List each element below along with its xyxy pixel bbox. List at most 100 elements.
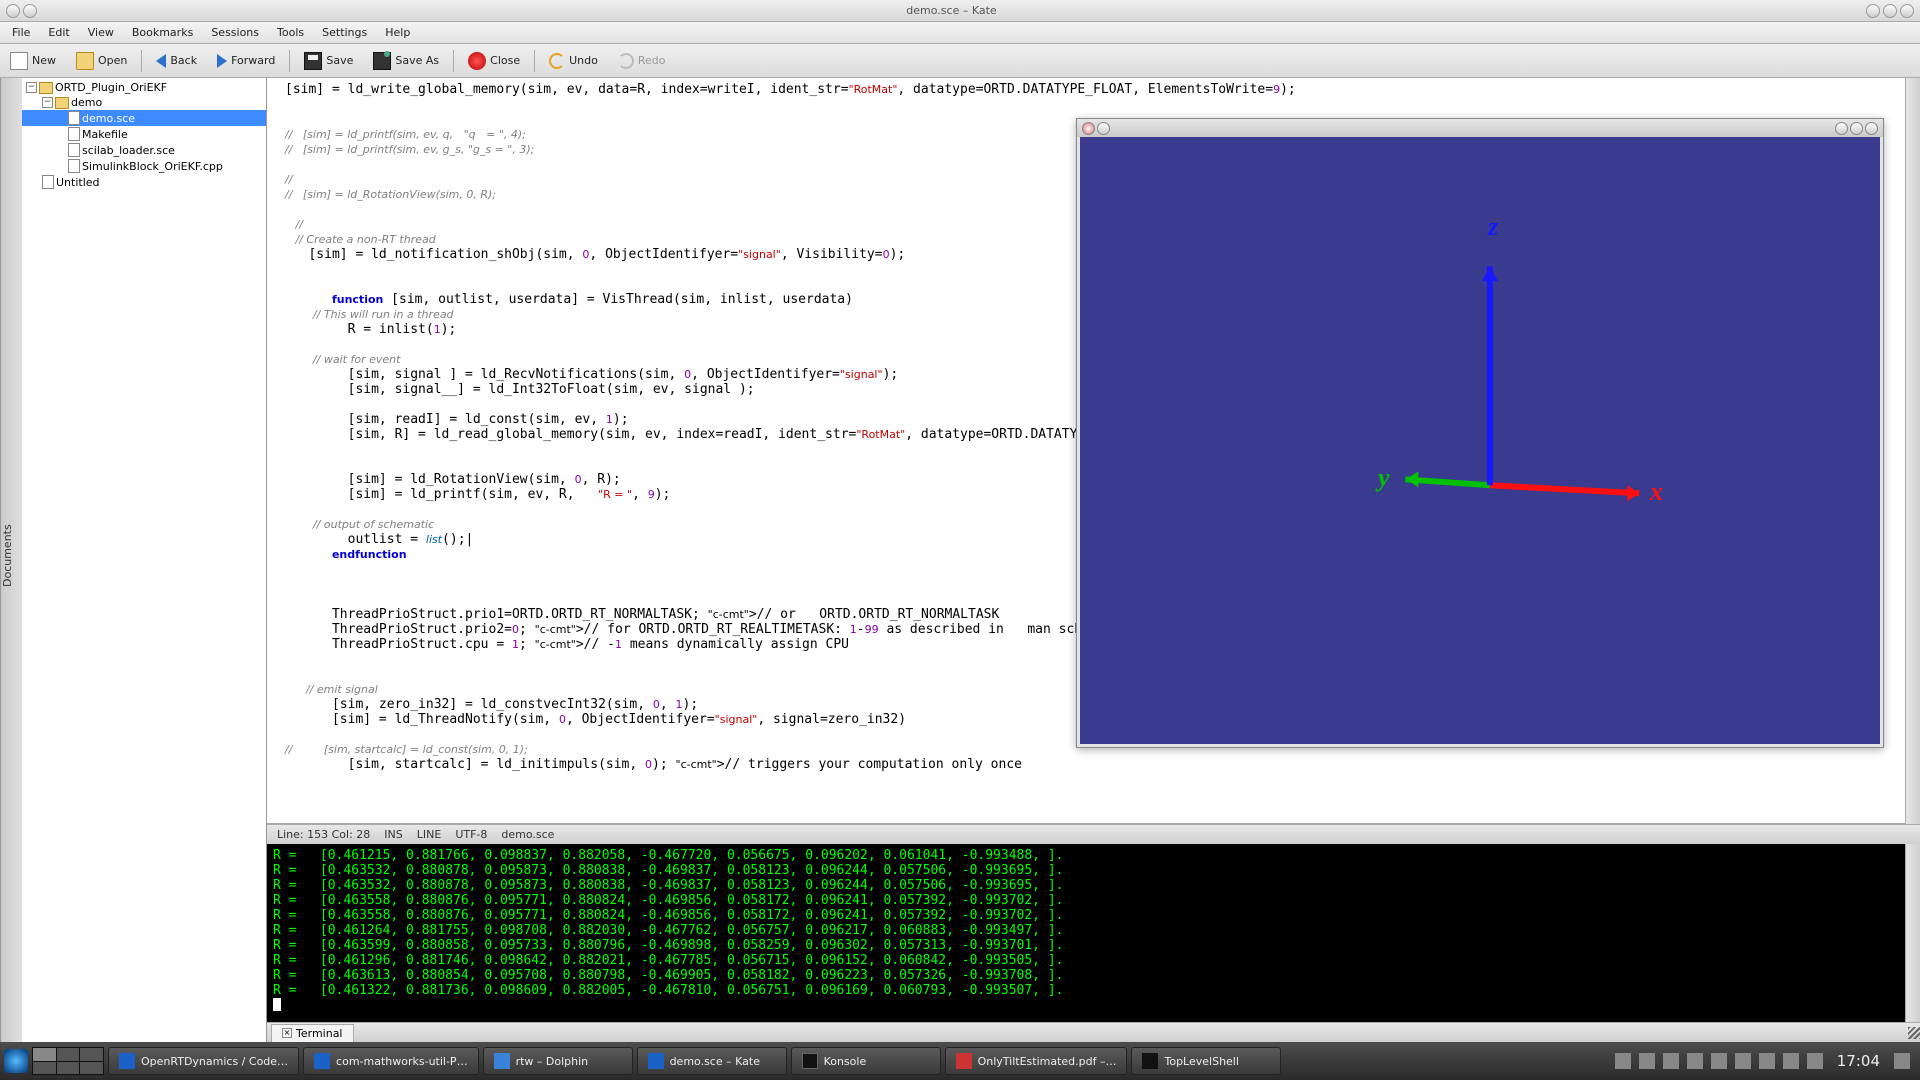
- window-close-icon[interactable]: [1900, 4, 1914, 18]
- menu-bookmarks[interactable]: Bookmarks: [124, 24, 201, 41]
- toolbar-separator: [141, 50, 142, 72]
- menubar: File Edit View Bookmarks Sessions Tools …: [0, 22, 1920, 44]
- tray-volume-icon[interactable]: [1759, 1053, 1775, 1069]
- new-button[interactable]: New: [4, 50, 62, 72]
- terminal-output[interactable]: R = [0.461215, 0.881766, 0.098837, 0.882…: [267, 844, 1905, 1022]
- close-button[interactable]: Close: [462, 50, 526, 72]
- menu-view[interactable]: View: [80, 24, 122, 41]
- tree-collapse-icon[interactable]: −: [42, 97, 53, 108]
- viewer-titlebar[interactable]: [1077, 119, 1883, 137]
- open-folder-icon: [76, 52, 94, 70]
- open-button[interactable]: Open: [70, 50, 133, 72]
- tray-display-icon[interactable]: [1639, 1053, 1655, 1069]
- menu-tools[interactable]: Tools: [269, 24, 312, 41]
- app-icon: [314, 1053, 330, 1069]
- konsole-icon: [802, 1053, 818, 1069]
- terminal-tab-close-icon[interactable]: ×: [282, 1028, 292, 1038]
- virtual-desktop-pager[interactable]: [32, 1047, 104, 1075]
- tree-folder-demo[interactable]: − demo: [22, 95, 266, 110]
- editor-scrollbar[interactable]: [1905, 78, 1920, 824]
- window-maximize-icon[interactable]: [1883, 4, 1897, 18]
- status-cursor-pos: Line: 153 Col: 28: [277, 828, 370, 841]
- file-icon: [68, 127, 80, 141]
- file-icon: [68, 143, 80, 157]
- taskbar-clock[interactable]: 17:04: [1831, 1052, 1886, 1070]
- viewer-close2-icon[interactable]: [1865, 122, 1878, 135]
- task-kate[interactable]: demo.sce – Kate: [637, 1047, 787, 1075]
- tray-settings-icon[interactable]: [1663, 1053, 1679, 1069]
- toolbar-separator: [453, 50, 454, 72]
- file-icon: [68, 111, 80, 125]
- axis-label-x: x: [1650, 477, 1663, 507]
- folder-icon: [39, 82, 53, 94]
- task-konsole[interactable]: Konsole: [791, 1047, 941, 1075]
- undo-icon: [549, 53, 565, 69]
- menu-sessions[interactable]: Sessions: [203, 24, 267, 41]
- folder-icon: [55, 97, 69, 109]
- bottom-tabbar: × Terminal: [267, 1022, 1920, 1042]
- menu-help[interactable]: Help: [377, 24, 418, 41]
- save-button[interactable]: Save: [298, 50, 359, 72]
- tree-file-simulink-block[interactable]: SimulinkBlock_OriEKF.cpp: [22, 158, 266, 174]
- tray-keyboard-icon[interactable]: [1615, 1053, 1631, 1069]
- tree-file-makefile[interactable]: Makefile: [22, 126, 266, 142]
- undo-button[interactable]: Undo: [543, 51, 604, 71]
- viewer-pin-icon[interactable]: [1097, 122, 1110, 135]
- axes-svg: [1080, 137, 1880, 744]
- rotation-viewer-window[interactable]: z y x: [1076, 118, 1884, 748]
- tray-bulb-icon[interactable]: [1711, 1053, 1727, 1069]
- viewer-canvas[interactable]: z y x: [1080, 137, 1880, 744]
- terminal-tab[interactable]: × Terminal: [271, 1024, 354, 1042]
- statusbar: Line: 153 Col: 28 INS LINE UTF-8 demo.sc…: [267, 824, 1920, 844]
- tree-root[interactable]: − ORTD_Plugin_OriEKF: [22, 80, 266, 95]
- window-titlebar: demo.sce – Kate: [0, 0, 1920, 22]
- tree-file-demo-sce[interactable]: demo.sce: [22, 110, 266, 126]
- toolbar-separator: [534, 50, 535, 72]
- window-minimize-icon[interactable]: [1866, 4, 1880, 18]
- axis-label-y: y: [1378, 463, 1390, 493]
- viewer-minimize-icon[interactable]: [1835, 122, 1848, 135]
- tray-updates-icon[interactable]: [1807, 1053, 1823, 1069]
- file-icon: [68, 159, 80, 173]
- toolbar-separator: [289, 50, 290, 72]
- tree-file-scilab-loader[interactable]: scilab_loader.sce: [22, 142, 266, 158]
- menu-file[interactable]: File: [4, 24, 38, 41]
- documents-tab[interactable]: Documents: [0, 78, 22, 1042]
- terminal-scrollbar[interactable]: [1905, 844, 1920, 1022]
- task-toplevelshell[interactable]: TopLevelShell: [1131, 1047, 1281, 1075]
- tray-clipboard-icon[interactable]: [1687, 1053, 1703, 1069]
- tree-collapse-icon[interactable]: −: [26, 82, 37, 93]
- axis-label-z: z: [1488, 212, 1498, 242]
- system-tray: 17:04: [1615, 1052, 1916, 1070]
- task-dolphin[interactable]: rtw – Dolphin: [483, 1047, 633, 1075]
- saveas-button[interactable]: Save As: [367, 50, 445, 72]
- task-openrtdynamics[interactable]: OpenRTDynamics / Code…: [108, 1047, 299, 1075]
- tray-cashew-icon[interactable]: [1894, 1053, 1910, 1069]
- resize-grip-icon[interactable]: [1908, 1027, 1920, 1039]
- status-insert-mode[interactable]: INS: [384, 828, 402, 841]
- forward-button[interactable]: Forward: [211, 52, 281, 70]
- pdf-icon: [956, 1053, 972, 1069]
- viewer-close-icon[interactable]: [1082, 122, 1095, 135]
- menu-edit[interactable]: Edit: [40, 24, 77, 41]
- back-button[interactable]: Back: [150, 52, 203, 70]
- save-icon: [304, 52, 322, 70]
- viewer-maximize-icon[interactable]: [1850, 122, 1863, 135]
- redo-button[interactable]: Redo: [612, 51, 672, 71]
- save-as-icon: [373, 52, 391, 70]
- tray-battery-icon[interactable]: [1783, 1053, 1799, 1069]
- tree-untitled[interactable]: Untitled: [22, 174, 266, 190]
- tray-network-icon[interactable]: [1735, 1053, 1751, 1069]
- status-encoding[interactable]: UTF-8: [455, 828, 487, 841]
- arrow-left-icon: [156, 54, 166, 68]
- task-pdf[interactable]: OnlyTiltEstimated.pdf –…: [945, 1047, 1128, 1075]
- menu-settings[interactable]: Settings: [314, 24, 375, 41]
- documents-sidebar: − ORTD_Plugin_OriEKF − demo demo.sce Mak…: [22, 78, 267, 1042]
- kde-menu-icon[interactable]: [4, 1049, 28, 1073]
- window-title: demo.sce – Kate: [43, 4, 1860, 17]
- window-menu-icon[interactable]: [6, 4, 20, 18]
- toolbar: New Open Back Forward Save Save As Close…: [0, 44, 1920, 78]
- window-pin-icon[interactable]: [23, 4, 37, 18]
- task-mathworks[interactable]: com-mathworks-util-P…: [303, 1047, 479, 1075]
- status-eol-mode[interactable]: LINE: [417, 828, 442, 841]
